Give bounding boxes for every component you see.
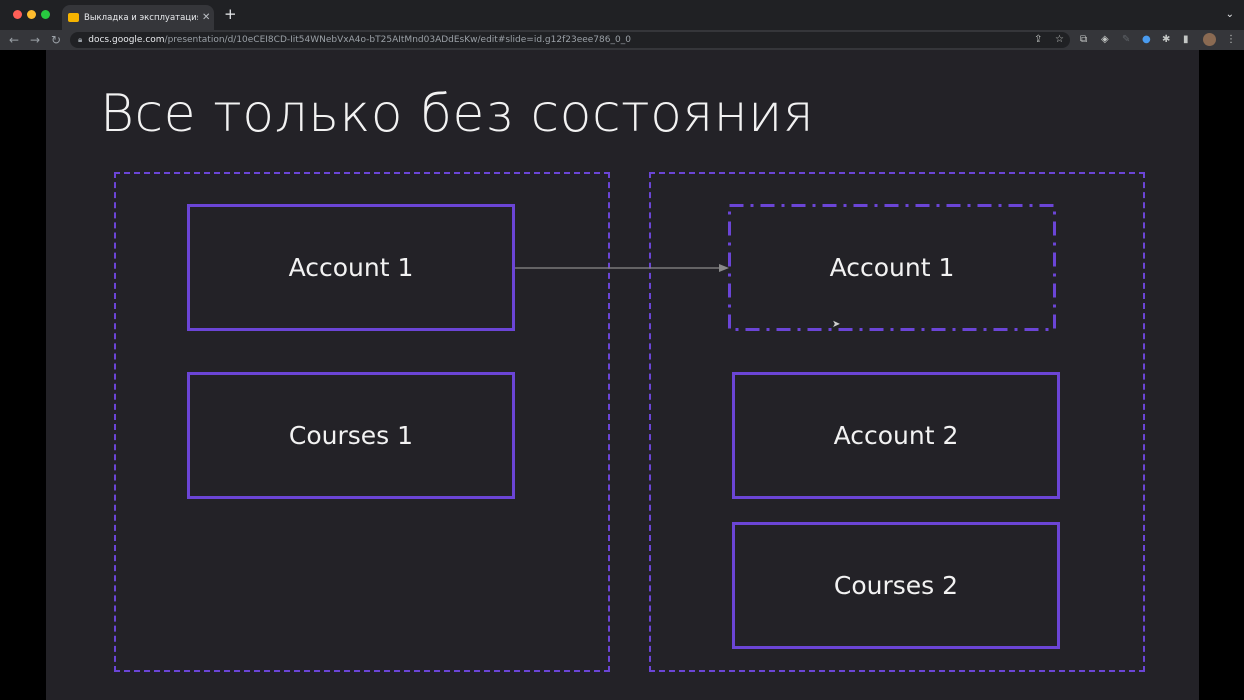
migration-arrow <box>515 264 729 272</box>
mouse-cursor-icon: ➤ <box>832 319 841 330</box>
